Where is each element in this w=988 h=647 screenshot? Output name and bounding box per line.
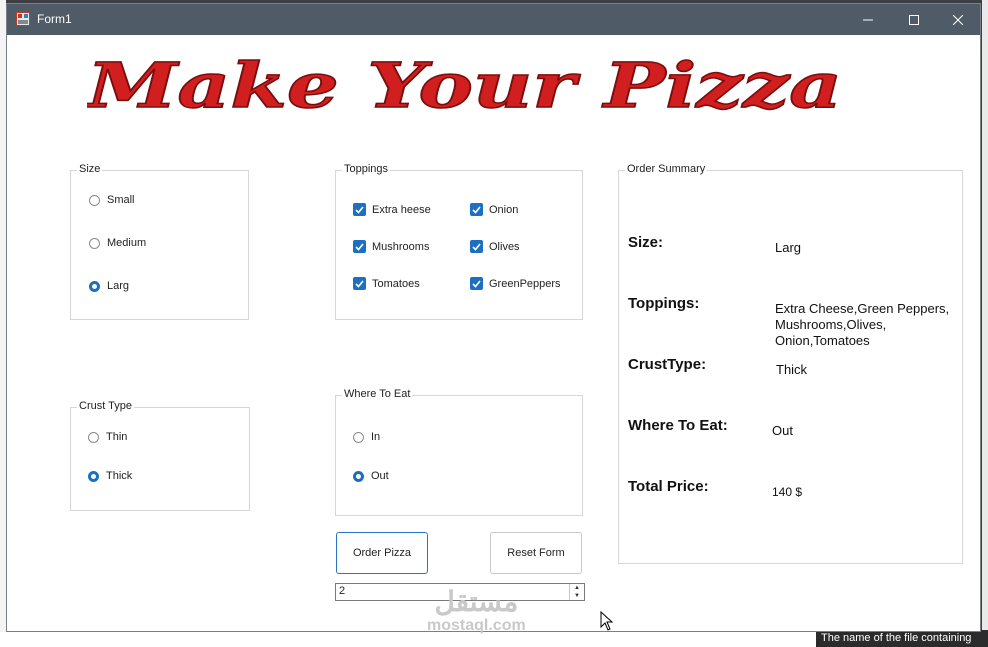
summary-price-value: 140 $ [772, 485, 803, 499]
topping-checkbox-onion[interactable]: Onion [470, 203, 518, 216]
quantity-spin-buttons[interactable]: ▲ ▼ [569, 584, 584, 600]
maximize-icon [909, 14, 919, 25]
size-radio-small[interactable]: Small [89, 194, 135, 206]
window-title: Form1 [37, 12, 72, 26]
where-radio-in[interactable]: In [353, 431, 380, 443]
topping-checkbox-extra-cheese[interactable]: Extra heese [353, 203, 431, 216]
form-client-area: Make Your Pizza Size Small Medium Larg T… [7, 35, 980, 635]
crust-type-group: Crust Type Thin Thick [70, 400, 250, 511]
order-summary-label: Order Summary [625, 163, 708, 175]
checkbox-label: Olives [489, 240, 520, 253]
order-pizza-button[interactable]: Order Pizza [336, 532, 428, 574]
crust-radio-thick[interactable]: Thick [88, 470, 132, 482]
reset-form-button[interactable]: Reset Form [490, 532, 582, 574]
radio-label: Small [107, 194, 135, 206]
topping-checkbox-green-peppers[interactable]: GreenPeppers [470, 277, 561, 290]
radio-label: Medium [107, 237, 147, 249]
background-window-right [982, 0, 988, 647]
size-group-label: Size [77, 163, 103, 175]
close-button[interactable] [935, 4, 981, 35]
size-group: Size Small Medium Larg [70, 163, 249, 320]
summary-where-key: Where To Eat: [628, 417, 728, 434]
app-icon [16, 12, 30, 26]
radio-button-icon [353, 431, 364, 443]
where-radio-out[interactable]: Out [353, 470, 389, 482]
crust-type-label: Crust Type [77, 400, 134, 412]
checkbox-checked-icon [353, 240, 366, 253]
watermark-latin: mostaql.com [427, 617, 526, 634]
radio-button-icon [89, 194, 100, 206]
radio-label: Larg [107, 280, 130, 292]
order-summary-group: Order Summary Size: Larg Toppings: Extra… [618, 163, 963, 564]
where-to-eat-label: Where To Eat [342, 388, 413, 400]
summary-crust-key: CrustType: [628, 356, 707, 373]
minimize-button[interactable] [845, 4, 891, 35]
toppings-group-label: Toppings [342, 163, 391, 175]
checkbox-checked-icon [353, 203, 366, 216]
radio-button-selected-icon [89, 280, 100, 292]
topping-checkbox-mushrooms[interactable]: Mushrooms [353, 240, 429, 253]
size-radio-medium[interactable]: Medium [89, 237, 146, 249]
summary-where-value: Out [772, 423, 793, 438]
radio-label: Out [371, 470, 389, 482]
checkbox-label: GreenPeppers [489, 277, 561, 290]
summary-price-key: Total Price: [628, 478, 709, 495]
radio-label: Thin [106, 431, 128, 443]
radio-label: Thick [106, 470, 133, 482]
mouse-cursor-icon [600, 611, 614, 631]
summary-crust-value: Thick [776, 362, 808, 377]
topping-checkbox-olives[interactable]: Olives [470, 240, 520, 253]
watermark: مستقل mostaql.com [427, 587, 526, 635]
quantity-value: 2 [339, 585, 346, 597]
radio-button-selected-icon [353, 470, 364, 482]
summary-size-key: Size: [628, 234, 664, 251]
form-window: Form1 Make Your Pizza Size Small Medium [6, 3, 981, 635]
checkbox-checked-icon [470, 240, 483, 253]
logo-text: Make Your Pizza [87, 51, 842, 121]
size-radio-larg[interactable]: Larg [89, 280, 129, 292]
checkbox-label: Mushrooms [372, 240, 430, 253]
checkbox-checked-icon [470, 277, 483, 290]
where-to-eat-group: Where To Eat In Out [335, 388, 583, 516]
title-bar[interactable]: Form1 [7, 4, 980, 35]
summary-toppings-line: Mushrooms,Olives, [775, 317, 887, 332]
summary-toppings-line: Onion,Tomatoes [775, 333, 870, 348]
checkbox-label: Onion [489, 203, 519, 216]
summary-toppings-key: Toppings: [628, 295, 700, 312]
maximize-button[interactable] [891, 4, 937, 35]
checkbox-checked-icon [470, 203, 483, 216]
radio-button-icon [88, 431, 99, 443]
summary-toppings-line: Extra Cheese,Green Peppers, [775, 301, 950, 316]
checkbox-label: Extra heese [372, 203, 431, 216]
checkbox-label: Tomatoes [372, 277, 420, 290]
radio-button-icon [89, 237, 100, 249]
close-icon [953, 14, 963, 25]
checkbox-checked-icon [353, 277, 366, 290]
spin-down-icon[interactable]: ▼ [570, 592, 584, 600]
minimize-icon [863, 19, 873, 20]
radio-label: In [371, 431, 381, 443]
summary-toppings-value: Extra Cheese,Green Peppers, Mushrooms,Ol… [775, 301, 949, 349]
logo-make-your-pizza: Make Your Pizza [87, 51, 843, 121]
topping-checkbox-tomatoes[interactable]: Tomatoes [353, 277, 420, 290]
spin-up-icon[interactable]: ▲ [570, 584, 584, 592]
radio-button-selected-icon [88, 470, 99, 482]
watermark-arabic: مستقل [434, 586, 519, 617]
crust-radio-thin[interactable]: Thin [88, 431, 127, 443]
summary-size-value: Larg [775, 240, 802, 255]
toppings-group: Toppings Extra heese Onion Mushrooms Oli… [335, 163, 583, 320]
